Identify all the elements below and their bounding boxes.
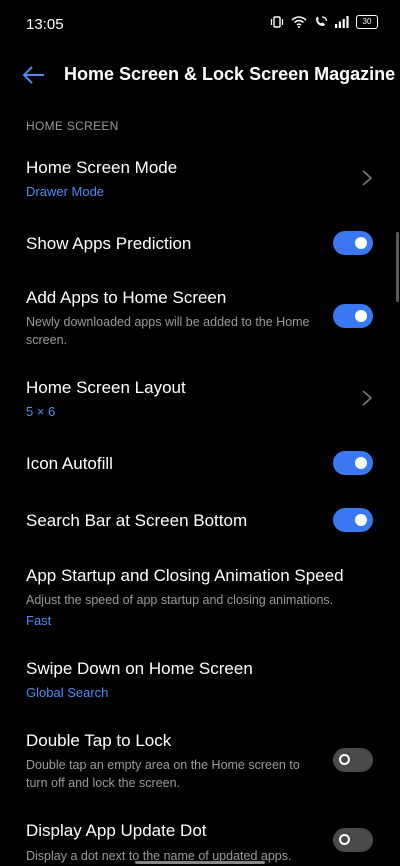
item-description: Double tap an empty area on the Home scr… xyxy=(26,758,300,790)
item-title: Swipe Down on Home Screen xyxy=(26,659,253,678)
status-time: 13:05 xyxy=(26,16,64,33)
animation-speed-item[interactable]: App Startup and Closing Animation Speed … xyxy=(0,556,400,632)
chevron-right-icon xyxy=(362,170,373,186)
status-icons: 30 xyxy=(270,15,378,29)
status-bar: 13:05 30 xyxy=(0,0,400,48)
home-indicator[interactable] xyxy=(135,861,265,864)
toggle-knob xyxy=(339,834,350,845)
page-title: Home Screen & Lock Screen Magazine xyxy=(64,64,396,84)
toggle-knob xyxy=(355,310,367,322)
toggle-knob xyxy=(355,457,367,469)
display-app-update-dot-item: Display App Update Dot Display a dot nex… xyxy=(0,812,400,866)
item-value: 5 × 6 xyxy=(26,404,56,419)
section-label: HOME SCREEN xyxy=(26,119,119,133)
signal-icon xyxy=(335,16,349,28)
wifi-icon xyxy=(291,16,307,28)
item-description: Newly downloaded apps will be added to t… xyxy=(26,315,310,347)
battery-icon: 30 xyxy=(356,15,378,29)
swipe-down-item[interactable]: Swipe Down on Home Screen Global Search xyxy=(0,650,400,706)
item-description: Adjust the speed of app startup and clos… xyxy=(26,593,334,607)
toggle-knob xyxy=(339,754,350,765)
icon-autofill-toggle[interactable] xyxy=(333,451,373,475)
item-title: App Startup and Closing Animation Speed xyxy=(26,566,344,585)
item-value: Fast xyxy=(26,613,52,628)
item-title: Home Screen Mode xyxy=(26,158,178,177)
home-screen-layout-item[interactable]: Home Screen Layout 5 × 6 xyxy=(0,368,400,428)
search-bar-at-screen-bottom-toggle[interactable] xyxy=(333,508,373,532)
chevron-right-icon xyxy=(362,390,373,406)
show-apps-prediction-toggle[interactable] xyxy=(333,231,373,255)
home-screen-mode-item[interactable]: Home Screen Mode Drawer Mode xyxy=(0,148,400,210)
item-title: Display App Update Dot xyxy=(26,821,207,840)
item-title: Add Apps to Home Screen xyxy=(26,288,227,307)
search-bar-at-screen-bottom-item: Search Bar at Screen Bottom xyxy=(0,499,400,543)
back-arrow-icon[interactable] xyxy=(22,64,46,86)
wifi-calling-icon xyxy=(316,16,328,26)
add-apps-to-home-screen-toggle[interactable] xyxy=(333,304,373,328)
toggle-knob xyxy=(355,514,367,526)
double-tap-to-lock-toggle[interactable] xyxy=(333,748,373,772)
icon-autofill-item: Icon Autofill xyxy=(0,442,400,486)
add-apps-to-home-screen-item: Add Apps to Home Screen Newly downloaded… xyxy=(0,280,400,350)
toggle-knob xyxy=(355,237,367,249)
show-apps-prediction-item: Show Apps Prediction xyxy=(0,222,400,266)
header: Home Screen & Lock Screen Magazine xyxy=(0,52,400,98)
item-title: Home Screen Layout xyxy=(26,378,186,397)
vibrate-icon xyxy=(270,16,284,28)
display-app-update-dot-toggle[interactable] xyxy=(333,828,373,852)
item-value: Global Search xyxy=(26,685,109,700)
item-title: Icon Autofill xyxy=(26,454,113,473)
item-title: Show Apps Prediction xyxy=(26,234,192,253)
double-tap-to-lock-item: Double Tap to Lock Double tap an empty a… xyxy=(0,722,400,794)
item-title: Double Tap to Lock xyxy=(26,731,172,750)
item-value: Drawer Mode xyxy=(26,184,105,199)
scrollbar[interactable] xyxy=(396,232,399,302)
item-title: Search Bar at Screen Bottom xyxy=(26,511,248,530)
